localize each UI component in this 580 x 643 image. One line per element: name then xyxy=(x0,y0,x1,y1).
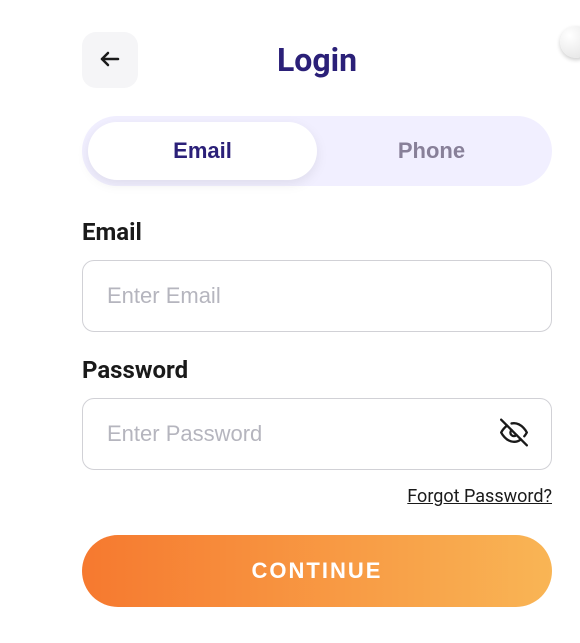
tab-email[interactable]: Email xyxy=(88,122,317,180)
login-method-tabs: Email Phone xyxy=(82,116,552,186)
arrow-left-icon xyxy=(98,47,122,74)
email-form-group: Email xyxy=(82,218,552,332)
email-field[interactable] xyxy=(82,260,552,332)
back-button[interactable] xyxy=(82,32,138,88)
password-form-group: Password xyxy=(82,356,552,470)
forgot-password-link[interactable]: Forgot Password? xyxy=(82,486,552,507)
continue-button[interactable]: CONTINUE xyxy=(82,535,552,607)
tab-phone[interactable]: Phone xyxy=(317,122,546,180)
email-label: Email xyxy=(82,218,552,246)
page-title: Login xyxy=(277,41,357,79)
password-field[interactable] xyxy=(82,398,552,470)
toggle-password-visibility-button[interactable] xyxy=(496,415,532,454)
password-input-wrapper xyxy=(82,398,552,470)
eye-off-icon xyxy=(500,419,528,450)
password-label: Password xyxy=(82,356,552,384)
login-container: Login Email Phone Email Password Forgot … xyxy=(0,0,580,607)
header: Login xyxy=(82,32,552,88)
